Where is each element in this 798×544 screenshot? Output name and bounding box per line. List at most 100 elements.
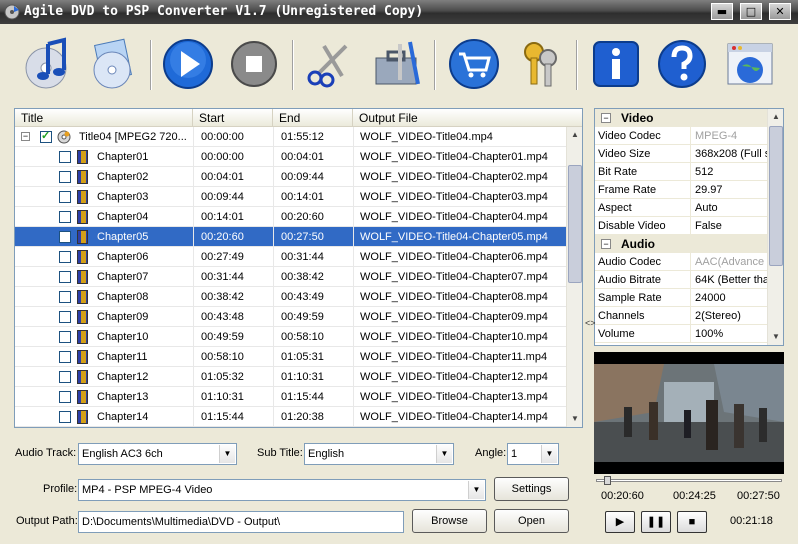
- buy-cart-icon[interactable]: [446, 36, 502, 92]
- chapter-checkbox[interactable]: [59, 271, 71, 283]
- scroll-down-arrow[interactable]: ▼: [567, 411, 583, 427]
- scroll-thumb[interactable]: [568, 165, 582, 283]
- scroll-thumb[interactable]: [769, 126, 783, 266]
- chapter-checkbox[interactable]: [59, 391, 71, 403]
- help-icon[interactable]: [654, 36, 710, 92]
- angle-select[interactable]: 1 ▼: [507, 443, 559, 465]
- column-header-title[interactable]: Title: [15, 109, 193, 127]
- collapse-toggle[interactable]: −: [601, 113, 611, 123]
- property-value[interactable]: Auto: [692, 199, 767, 217]
- scroll-up-arrow[interactable]: ▲: [567, 127, 583, 143]
- info-icon[interactable]: [588, 36, 644, 92]
- chapter-checkbox[interactable]: [59, 171, 71, 183]
- property-value[interactable]: 24000: [692, 289, 767, 307]
- chapter-checkbox[interactable]: [59, 291, 71, 303]
- subtitle-select[interactable]: English ▼: [304, 443, 454, 465]
- property-row[interactable]: Audio Codec AAC(Advance: [595, 253, 767, 271]
- chapter-row[interactable]: Chapter09 00:43:48 00:49:59 WOLF_VIDEO-Titl…: [15, 307, 566, 327]
- property-row[interactable]: Sample Rate 24000: [595, 289, 767, 307]
- chapter-checkbox[interactable]: [59, 351, 71, 363]
- property-value[interactable]: 29.97: [692, 181, 767, 199]
- pause-button[interactable]: ❚❚: [641, 511, 671, 533]
- chapter-checkbox[interactable]: [59, 411, 71, 423]
- stop-button[interactable]: ■: [677, 511, 707, 533]
- chapter-row[interactable]: Chapter11 00:58:10 01:05:31 WOLF_VIDEO-Titl…: [15, 347, 566, 367]
- property-row[interactable]: Disable Video False: [595, 217, 767, 235]
- property-scrollbar[interactable]: ▲ ▼: [767, 109, 783, 345]
- play-convert-icon[interactable]: [160, 36, 216, 92]
- property-group-video[interactable]: − Video: [595, 109, 767, 127]
- scissors-icon[interactable]: [302, 36, 358, 92]
- collapse-toggle[interactable]: −: [21, 132, 30, 141]
- property-value[interactable]: 512: [692, 163, 767, 181]
- property-row[interactable]: Aspect Auto: [595, 199, 767, 217]
- chapter-row[interactable]: Chapter08 00:38:42 00:43:49 WOLF_VIDEO-Titl…: [15, 287, 566, 307]
- property-value[interactable]: 368x208 (Full s: [692, 145, 767, 163]
- settings-button[interactable]: Settings: [494, 477, 569, 501]
- settings-tools-icon[interactable]: [370, 36, 426, 92]
- website-globe-icon[interactable]: [722, 36, 778, 92]
- chapter-row[interactable]: Chapter02 00:04:01 00:09:44 WOLF_VIDEO-Titl…: [15, 167, 566, 187]
- chapter-row[interactable]: Chapter05 00:20:60 00:27:50 WOLF_VIDEO-Titl…: [15, 227, 566, 247]
- property-value[interactable]: 64K (Better tha: [692, 271, 767, 289]
- property-row[interactable]: Volume 100%: [595, 325, 767, 343]
- chapter-checkbox[interactable]: [59, 191, 71, 203]
- property-value[interactable]: False: [692, 217, 767, 235]
- property-value[interactable]: 2(Stereo): [692, 307, 767, 325]
- open-button[interactable]: Open: [494, 509, 569, 533]
- close-button[interactable]: ✕: [769, 3, 791, 20]
- chapter-checkbox[interactable]: [59, 331, 71, 343]
- title-row[interactable]: − Title04 [MPEG2 720... 00:00:00 01:55:1…: [15, 127, 566, 147]
- column-header-output[interactable]: Output File: [353, 109, 566, 127]
- chapter-checkbox[interactable]: [59, 231, 71, 243]
- property-row[interactable]: Frame Rate 29.97: [595, 181, 767, 199]
- chapter-row[interactable]: Chapter13 01:10:31 01:15:44 WOLF_VIDEO-Titl…: [15, 387, 566, 407]
- chapter-checkbox[interactable]: [59, 151, 71, 163]
- audio-track-select[interactable]: English AC3 6ch ▼: [78, 443, 237, 465]
- stop-icon[interactable]: [226, 36, 282, 92]
- chapter-row[interactable]: Chapter12 01:05:32 01:10:31 WOLF_VIDEO-Titl…: [15, 367, 566, 387]
- chapter-row[interactable]: Chapter14 01:15:44 01:20:38 WOLF_VIDEO-Titl…: [15, 407, 566, 427]
- chapter-row[interactable]: Chapter06 00:27:49 00:31:44 WOLF_VIDEO-Titl…: [15, 247, 566, 267]
- grid-scrollbar[interactable]: ▲ ▼: [566, 127, 582, 427]
- chapter-row[interactable]: Chapter03 00:09:44 00:14:01 WOLF_VIDEO-Titl…: [15, 187, 566, 207]
- scroll-up-arrow[interactable]: ▲: [768, 109, 783, 125]
- maximize-button[interactable]: □: [740, 3, 762, 20]
- property-row[interactable]: Audio Bitrate 64K (Better tha: [595, 271, 767, 289]
- property-value[interactable]: AAC(Advance: [692, 253, 767, 271]
- splitter-handle[interactable]: <>: [585, 318, 596, 328]
- chapter-checkbox[interactable]: [59, 211, 71, 223]
- chapter-row[interactable]: Chapter04 00:14:01 00:20:60 WOLF_VIDEO-Titl…: [15, 207, 566, 227]
- chevron-down-icon[interactable]: ▼: [541, 445, 557, 463]
- chapter-checkbox[interactable]: [59, 371, 71, 383]
- title-checkbox[interactable]: [40, 129, 52, 143]
- minimize-button[interactable]: ▬: [711, 3, 733, 20]
- property-row[interactable]: Video Size 368x208 (Full s: [595, 145, 767, 163]
- property-value[interactable]: MPEG-4: [692, 127, 767, 145]
- browse-button[interactable]: Browse: [412, 509, 487, 533]
- property-value[interactable]: 100%: [692, 325, 767, 343]
- music-disc-icon[interactable]: [20, 36, 76, 92]
- chapter-row[interactable]: Chapter01 00:00:00 00:04:01 WOLF_VIDEO-Titl…: [15, 147, 566, 167]
- seek-bar[interactable]: [596, 476, 782, 485]
- chapter-checkbox[interactable]: [59, 251, 71, 263]
- property-row[interactable]: Video Codec MPEG-4: [595, 127, 767, 145]
- chevron-down-icon[interactable]: ▼: [468, 481, 484, 499]
- seek-track[interactable]: [596, 479, 782, 482]
- profile-select[interactable]: MP4 - PSP MPEG-4 Video ▼: [78, 479, 486, 501]
- chapter-row[interactable]: Chapter10 00:49:59 00:58:10 WOLF_VIDEO-Titl…: [15, 327, 566, 347]
- property-group-audio[interactable]: − Audio: [595, 235, 767, 253]
- chapter-row[interactable]: Chapter07 00:31:44 00:38:42 WOLF_VIDEO-Titl…: [15, 267, 566, 287]
- chapter-checkbox[interactable]: [59, 311, 71, 323]
- output-path-field[interactable]: D:\Documents\Multimedia\DVD - Output\: [78, 511, 404, 533]
- property-row[interactable]: Channels 2(Stereo): [595, 307, 767, 325]
- collapse-toggle[interactable]: −: [601, 239, 611, 249]
- load-disc-icon[interactable]: [86, 36, 142, 92]
- property-row[interactable]: Bit Rate 512: [595, 163, 767, 181]
- column-header-start[interactable]: Start: [193, 109, 273, 127]
- register-keys-icon[interactable]: [512, 36, 568, 92]
- play-button[interactable]: ▶: [605, 511, 635, 533]
- scroll-down-arrow[interactable]: ▼: [768, 329, 783, 345]
- column-header-end[interactable]: End: [273, 109, 353, 127]
- chevron-down-icon[interactable]: ▼: [436, 445, 452, 463]
